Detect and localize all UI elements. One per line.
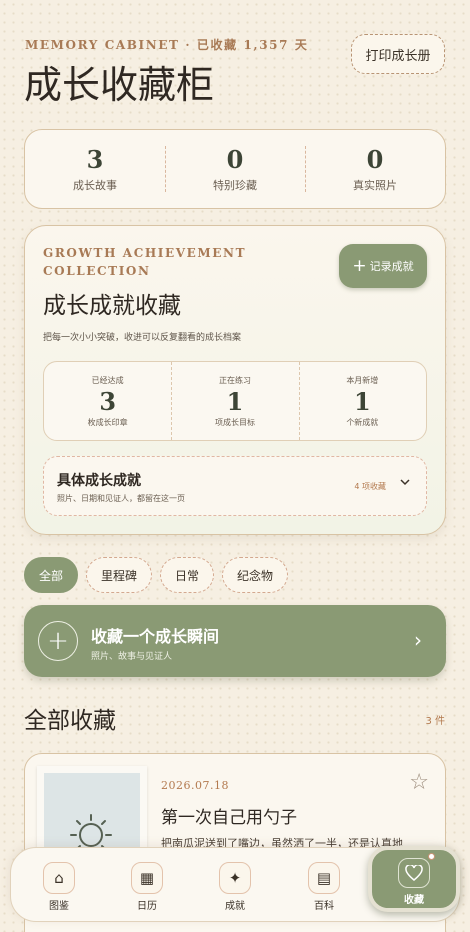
page-title: 成长收藏柜	[24, 63, 215, 107]
metric-unit: 枚成长印章	[87, 417, 128, 427]
achievement-card: GROWTH ACHIEVEMENT COLLECTION + 记录成就 成长成…	[24, 225, 446, 535]
achievement-subtitle: 把每一次小小突破，收进可以反复翻看的成长档案	[43, 333, 242, 343]
detail-title: 具体成长成就	[57, 473, 141, 489]
achievement-eyebrow: GROWTH ACHIEVEMENT COLLECTION	[43, 246, 247, 278]
detail-description: 照片、日期和见证人，都留在这一页	[57, 494, 185, 503]
add-moment-title: 收藏一个成长瞬间	[91, 627, 220, 646]
print-growth-book-button[interactable]: 打印成长册	[351, 34, 445, 74]
metric-achieved: 已经达成 3 枚成长印章	[44, 362, 171, 440]
item-title: 第一次自己用勺子	[161, 808, 297, 828]
record-achievement-label: 记录成就	[369, 260, 414, 273]
home-icon: ⌂	[43, 862, 75, 894]
detail-count: 4 项收藏	[354, 482, 386, 491]
metric-unit: 项成长目标	[214, 417, 255, 427]
stat-stories[interactable]: 3 成长故事	[25, 130, 165, 208]
nav-label: 日历	[137, 901, 157, 912]
metric-practicing: 正在练习 1 项成长目标	[171, 362, 298, 440]
add-moment-subtitle: 照片、故事与见证人	[91, 652, 173, 662]
stat-photos[interactable]: 0 真实照片	[305, 130, 445, 208]
achievement-title: 成长成就收藏	[43, 293, 181, 319]
chevron-down-icon	[400, 479, 410, 486]
nav-label: 百科	[314, 901, 334, 912]
filter-milestone[interactable]: 里程碑	[86, 557, 153, 593]
item-date: 2026.07.18	[161, 779, 229, 792]
metric-caption: 已经达成	[91, 375, 124, 385]
stat-label: 特别珍藏	[213, 178, 257, 192]
header-eyebrow: MEMORY CABINET · 已收藏 1,357 天	[25, 38, 309, 52]
nav-item-calendar[interactable]: ▦ 日历	[117, 862, 177, 912]
plus-icon: +	[352, 255, 367, 276]
plus-icon: +	[38, 621, 78, 661]
nav-item-collection[interactable]: 收藏	[368, 846, 460, 912]
stat-value: 0	[366, 144, 384, 174]
section-count: 3 件	[425, 716, 445, 727]
metric-value: 3	[99, 386, 117, 416]
stats-panel: 3 成长故事 0 特别珍藏 0 真实照片	[24, 129, 446, 209]
stat-special[interactable]: 0 特别珍藏	[165, 130, 305, 208]
filter-tabs: 全部 里程碑 日常 纪念物	[24, 557, 289, 593]
stat-label: 成长故事	[73, 178, 117, 192]
achievement-metrics: 已经达成 3 枚成长印章 正在练习 1 项成长目标 本月新增 1 个新成就	[43, 361, 427, 441]
metric-value: 1	[226, 386, 244, 416]
nav-label: 成就	[225, 901, 245, 912]
filter-daily[interactable]: 日常	[160, 557, 215, 593]
add-moment-button[interactable]: + 收藏一个成长瞬间 照片、故事与见证人 ›	[24, 605, 446, 677]
metric-unit: 个新成就	[346, 417, 379, 427]
sparkle-icon: ✦	[219, 862, 251, 894]
nav-item-encyclopedia[interactable]: ▤ 百科	[294, 862, 354, 912]
star-icon[interactable]: ☆	[409, 770, 429, 795]
chevron-right-icon: ›	[414, 628, 422, 652]
book-icon: ▤	[308, 862, 340, 894]
nav-label: 图鉴	[49, 901, 69, 912]
achievement-detail-dropdown[interactable]: 具体成长成就 照片、日期和见证人，都留在这一页 4 项收藏	[43, 456, 427, 516]
nav-item-achievements[interactable]: ✦ 成就	[205, 862, 265, 912]
calendar-icon: ▦	[131, 862, 163, 894]
section-title: 全部收藏	[24, 708, 116, 734]
stat-value: 3	[86, 144, 104, 174]
filter-all[interactable]: 全部	[24, 557, 79, 593]
stat-value: 0	[226, 144, 244, 174]
heart-icon	[398, 853, 435, 888]
bottom-nav: ⌂ 图鉴 ▦ 日历 ✦ 成就 ▤ 百科 收藏	[10, 846, 460, 922]
record-achievement-button[interactable]: + 记录成就	[339, 244, 427, 288]
nav-label: 收藏	[404, 895, 424, 906]
filter-keepsake[interactable]: 纪念物	[222, 557, 289, 593]
metric-value: 1	[353, 386, 371, 416]
nav-item-guide[interactable]: ⌂ 图鉴	[29, 862, 89, 912]
metric-caption: 本月新增	[346, 375, 379, 385]
stat-label: 真实照片	[353, 178, 397, 192]
notification-dot	[428, 853, 435, 860]
metric-caption: 正在练习	[218, 375, 251, 385]
metric-new-this-month: 本月新增 1 个新成就	[298, 362, 426, 440]
